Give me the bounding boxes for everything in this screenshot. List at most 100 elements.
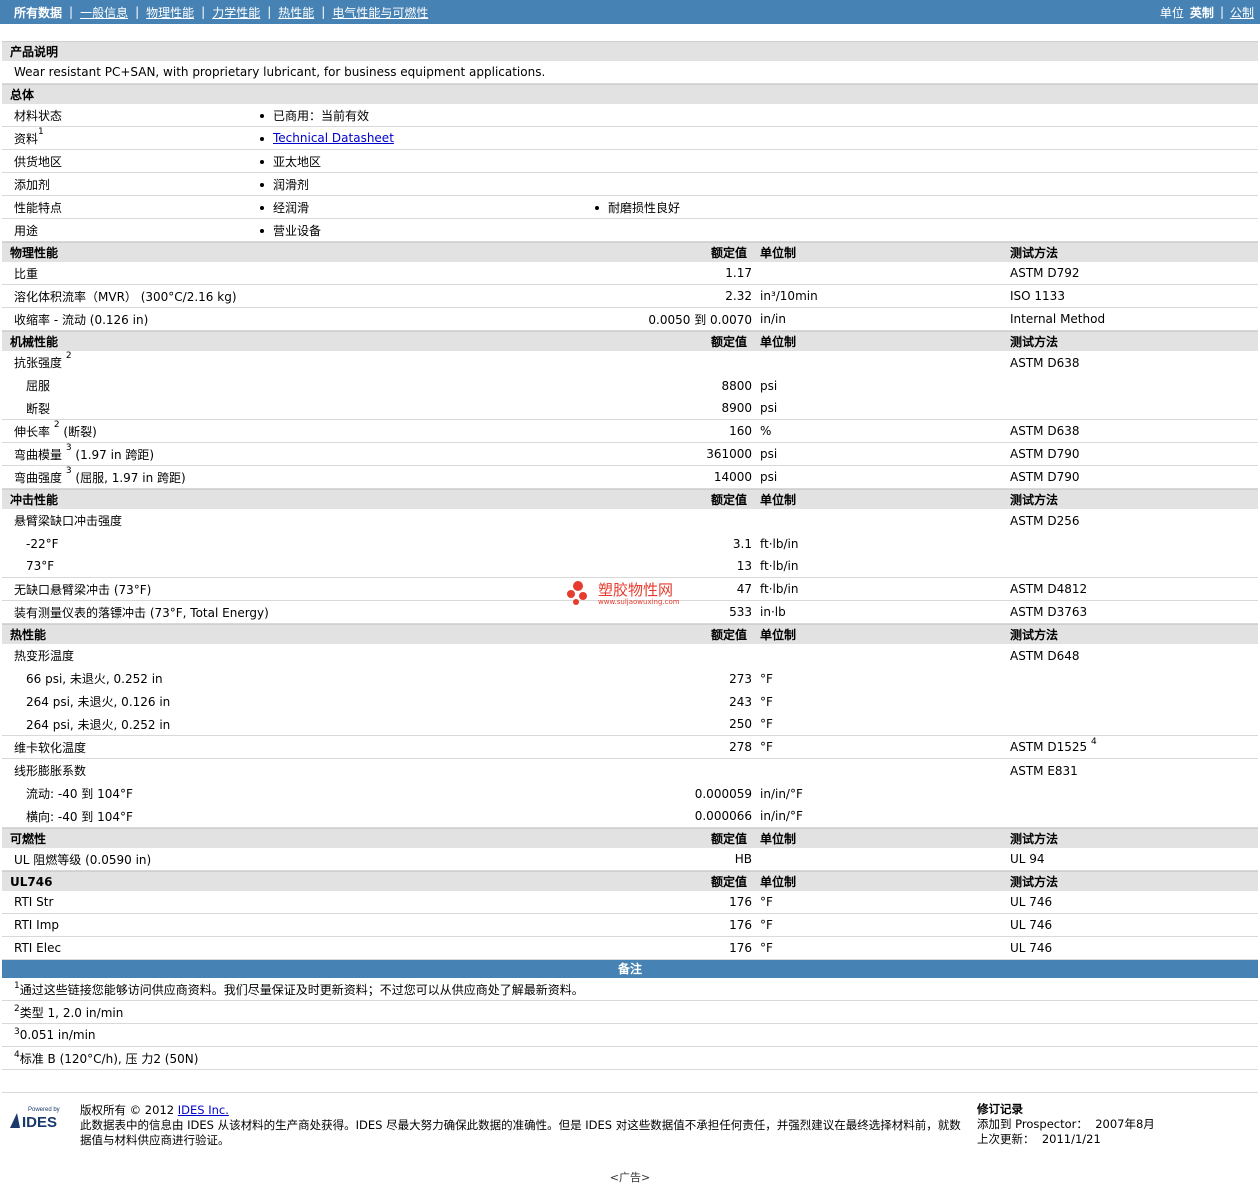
- section-header-mechanical: 机械性能 额定值 单位制 测试方法: [2, 331, 1258, 351]
- property-row: 比重 1.17 ASTM D792: [2, 262, 1258, 285]
- column-header-value: 额定值: [711, 335, 748, 349]
- test-method: ASTM D4812: [1010, 582, 1087, 596]
- property-label: 横向: -40 到 104°F: [26, 808, 133, 825]
- property-unit: °F: [760, 941, 773, 955]
- bullet-icon: [260, 160, 264, 164]
- section-title: 机械性能: [10, 335, 59, 349]
- svg-text:Powered by: Powered by: [28, 1107, 60, 1113]
- property-row: 溶化体积流率（MVR） (300°C/2.16 kg) 2.32 in³/10min…: [2, 285, 1258, 308]
- row-value-text: 润滑剂: [273, 177, 310, 192]
- property-condition: (断裂): [63, 424, 97, 439]
- product-description-text: Wear resistant PC+SAN, with proprietary …: [14, 65, 546, 79]
- product-description-row: Wear resistant PC+SAN, with proprietary …: [2, 61, 1258, 84]
- property-unit: psi: [760, 447, 778, 461]
- units-metric-link[interactable]: 公制: [1230, 4, 1254, 21]
- footnote-ref: 2: [65, 351, 72, 361]
- tab-3[interactable]: 物理性能: [139, 4, 201, 21]
- property-value: 8900: [721, 401, 752, 415]
- property-label-text: 264 psi, 未退火, 0.252 in: [26, 717, 171, 732]
- test-method-text: ASTM D790: [1010, 447, 1080, 461]
- row-value: 耐磨损性良好: [595, 199, 680, 216]
- property-unit: %: [760, 424, 772, 438]
- column-header-test: 测试方法: [1010, 628, 1059, 642]
- row-label: 用途: [14, 222, 38, 239]
- column-header-test: 测试方法: [1010, 335, 1059, 349]
- property-row: 73°F 13 ft·lb/in: [2, 555, 1258, 578]
- test-method: ASTM D648: [1010, 649, 1079, 663]
- copyright-text: 版权所有 © 2012: [80, 1103, 178, 1117]
- added-label: 添加到 Prospector：: [977, 1117, 1088, 1131]
- property-unit: psi: [760, 378, 778, 393]
- property-unit: in·lb: [760, 605, 786, 619]
- tab-2[interactable]: 一般信息: [73, 4, 135, 21]
- column-header-value: 额定值: [711, 832, 748, 846]
- test-method-text: ASTM D648: [1010, 648, 1080, 663]
- revision-record: 修订记录 添加到 Prospector： 2007年8月 上次更新： 2011/…: [977, 1102, 1155, 1147]
- property-label-text: UL 阻燃等级 (0.0590 in): [14, 852, 152, 867]
- page-footer: Powered by IDES 版权所有 © 2012 IDES Inc. 此数…: [2, 1092, 1258, 1184]
- note-text: 0.051 in/min: [19, 1028, 96, 1042]
- note-number: 2: [14, 1004, 20, 1014]
- section-header-flammability: 可燃性 额定值 单位制 测试方法: [2, 828, 1258, 848]
- property-label: 比重: [14, 265, 38, 282]
- property-label: 溶化体积流率（MVR） (300°C/2.16 kg): [14, 288, 237, 305]
- column-header-unit: 单位制: [760, 832, 797, 846]
- property-row: 收缩率 - 流动 (0.126 in) 0.0050 到 0.0070 in/in I…: [2, 308, 1258, 331]
- property-label-text: 流动: -40 到 104°F: [26, 787, 133, 801]
- tab-4[interactable]: 力学性能: [205, 4, 267, 21]
- row-label-text: 性能特点: [14, 200, 63, 215]
- property-row: 弯曲模量 3 (1.97 in 跨距) 361000 psi ASTM D790: [2, 443, 1258, 466]
- property-unit: ft·lb/in: [760, 559, 799, 573]
- bullet-icon: [260, 206, 264, 210]
- property-unit: in/in/°F: [760, 786, 803, 801]
- test-method-text: ASTM D3763: [1010, 605, 1088, 619]
- property-row: 屈服 8800 psi: [2, 374, 1258, 397]
- property-label-text: 抗张强度: [14, 356, 63, 370]
- property-value: 0.000059: [694, 786, 752, 801]
- test-method-text: ASTM D4812: [1010, 582, 1088, 596]
- disclaimer-text: 此数据表中的信息由 IDES 从该材料的生产商处获得。IDES 尽最大努力确保此…: [80, 1118, 961, 1147]
- site-watermark: 塑胶物性网 www.suljaowuxing.com: [566, 577, 696, 609]
- section-header-physical: 物理性能 额定值 单位制 测试方法: [2, 242, 1258, 262]
- property-value: 176: [729, 895, 752, 909]
- updated-value: 2011/1/21: [1041, 1132, 1101, 1146]
- tab-6[interactable]: 电气性能与可燃性: [325, 4, 435, 21]
- column-header-test: 测试方法: [1010, 875, 1059, 889]
- property-label: RTI Str: [14, 895, 53, 909]
- property-label-text: 66 psi, 未退火, 0.252 in: [26, 672, 163, 686]
- general-row: 材料状态 已商用：当前有效: [2, 104, 1258, 127]
- property-label: 线形膨胀系数: [14, 762, 86, 779]
- test-method-text: ASTM D638: [1010, 424, 1080, 438]
- column-header-value: 额定值: [711, 493, 748, 507]
- property-row: 264 psi, 未退火, 0.126 in 243 °F: [2, 690, 1258, 713]
- row-value-text: 经润滑: [273, 200, 310, 215]
- tab-1[interactable]: 所有数据: [14, 4, 69, 21]
- property-label: RTI Imp: [14, 918, 59, 932]
- general-row: 性能特点 经润滑 耐磨损性良好: [2, 196, 1258, 219]
- test-method: ASTM D256: [1010, 514, 1079, 528]
- property-value: 250: [729, 717, 752, 731]
- row-value: 润滑剂: [260, 176, 309, 193]
- technical-datasheet-link[interactable]: Technical Datasheet: [273, 131, 394, 145]
- section-header-impact: 冲击性能 额定值 单位制 测试方法: [2, 489, 1258, 509]
- footnote-ref: 1: [38, 126, 44, 137]
- ides-company-link[interactable]: IDES Inc.: [178, 1103, 229, 1117]
- property-row: 维卡软化温度 278 °F ASTM D1525 4: [2, 736, 1258, 759]
- property-label-text: 比重: [14, 266, 39, 281]
- test-method: ASTM D790: [1010, 447, 1079, 461]
- property-label: 热变形温度: [14, 647, 74, 664]
- property-label-text: 屈服: [26, 379, 51, 393]
- property-label: UL 阻燃等级 (0.0590 in): [14, 851, 151, 868]
- test-method: ASTM D792: [1010, 266, 1079, 280]
- general-row: 供货地区 亚太地区: [2, 150, 1258, 173]
- row-value: 已商用：当前有效: [260, 107, 369, 124]
- row-label-text: 材料状态: [14, 108, 63, 123]
- column-header-test: 测试方法: [1010, 832, 1059, 846]
- property-value: 2.32: [725, 289, 752, 303]
- section-header-ul746: UL746 额定值 单位制 测试方法: [2, 871, 1258, 891]
- row-label: 性能特点: [14, 199, 62, 216]
- tab-5[interactable]: 热性能: [271, 4, 321, 21]
- property-value: 160: [729, 424, 752, 438]
- property-row: 66 psi, 未退火, 0.252 in 273 °F: [2, 667, 1258, 690]
- property-row: UL 阻燃等级 (0.0590 in) HB UL 94: [2, 848, 1258, 871]
